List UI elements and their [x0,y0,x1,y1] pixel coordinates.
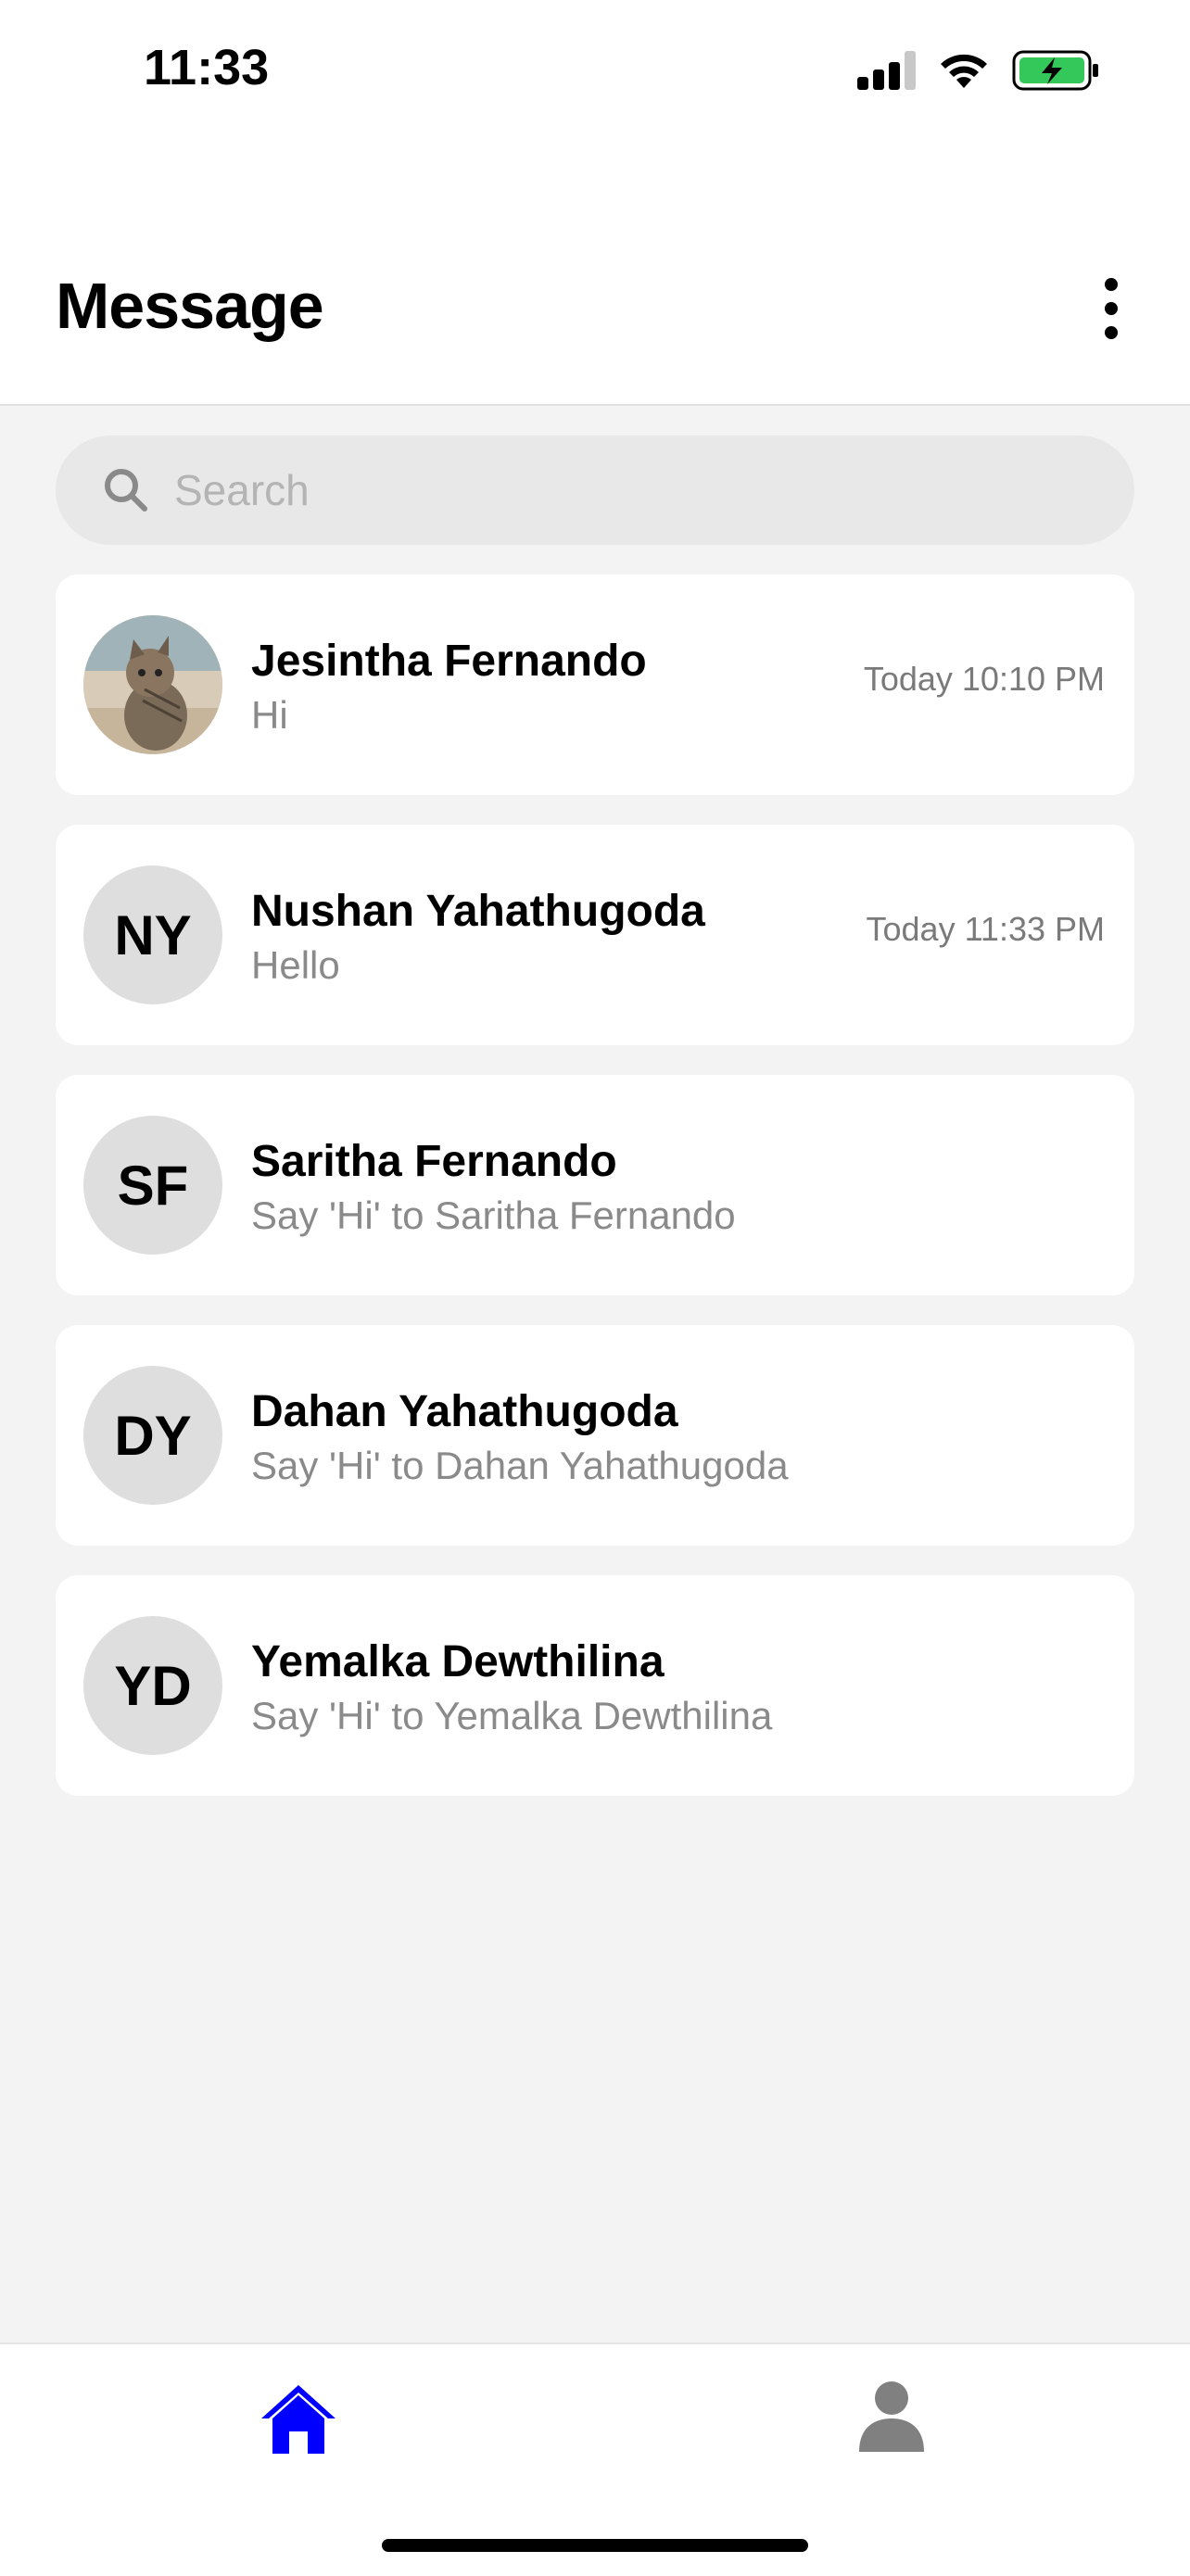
message-preview: Say 'Hi' to Dahan Yahathugoda [251,1444,789,1487]
kitten-photo-icon [83,615,222,754]
status-time: 11:33 [144,40,270,95]
battery-charging-icon [1012,50,1098,91]
conversation-item[interactable]: NY Nushan Yahathugoda Hello Today 11:33 … [56,825,1134,1045]
conversation-item[interactable]: SF Saritha Fernando Say 'Hi' to Saritha … [56,1075,1134,1295]
search-input[interactable] [172,464,1010,516]
conversation-item[interactable]: Jesintha Fernando Hi Today 10:10 PM [56,575,1134,795]
message-preview: Hello [251,943,340,987]
avatar: NY [83,865,222,1004]
person-icon[interactable] [857,2380,926,2454]
message-time: Today 11:33 PM [866,910,1105,948]
search-bar[interactable] [56,436,1134,545]
message-preview: Hi [251,693,288,737]
contact-name: Jesintha Fernando [251,637,647,686]
conversation-list: Jesintha Fernando Hi Today 10:10 PM NY N… [56,575,1134,1825]
avatar [83,615,222,754]
wifi-icon [941,54,987,88]
more-vertical-icon[interactable] [1097,278,1125,339]
message-preview: Say 'Hi' to Saritha Fernando [251,1193,736,1237]
conversation-item[interactable]: YD Yemalka Dewthilina Say 'Hi' to Yemalk… [56,1575,1134,1796]
conversation-item[interactable]: DY Dahan Yahathugoda Say 'Hi' to Dahan Y… [56,1325,1134,1546]
contact-name: Nushan Yahathugoda [251,887,705,936]
home-icon[interactable] [260,2381,337,2456]
contact-name: Dahan Yahathugoda [251,1387,678,1436]
page-title: Message [56,270,324,342]
message-preview: Say 'Hi' to Yemalka Dewthilina [251,1694,773,1737]
search-icon [105,469,147,511]
contact-name: Saritha Fernando [251,1137,617,1186]
status-icons [857,46,1101,95]
top-bar: 11:33 Message [0,0,1190,406]
avatar: SF [83,1116,222,1255]
cellular-signal-icon [857,51,916,90]
message-time: Today 10:10 PM [863,660,1105,698]
avatar: DY [83,1366,222,1505]
home-indicator [382,2539,808,2552]
avatar: YD [83,1616,222,1755]
contact-name: Yemalka Dewthilina [251,1637,665,1686]
